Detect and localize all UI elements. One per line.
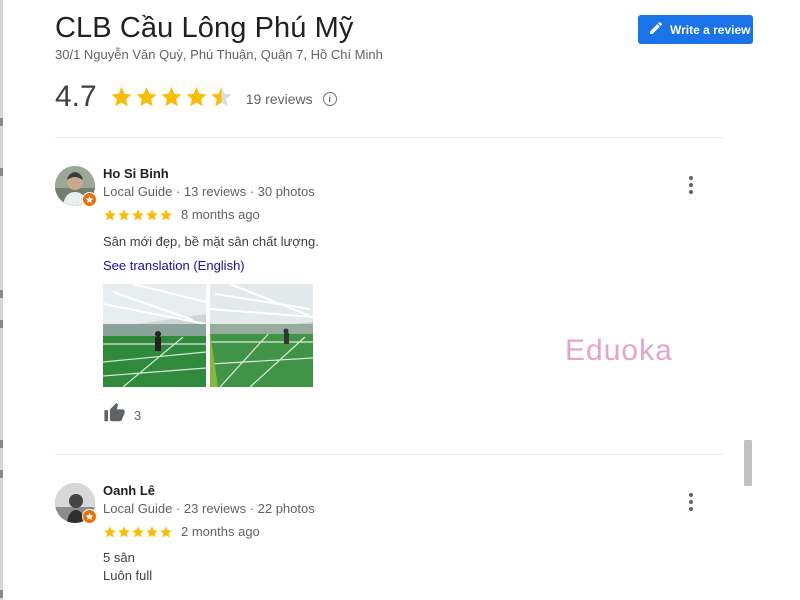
star-icon (161, 87, 182, 107)
review-time: 2 months ago (181, 524, 260, 539)
more-vert-icon[interactable] (685, 493, 697, 511)
like-row: 3 (103, 402, 141, 429)
average-rating: 4.7 (55, 80, 97, 113)
local-guide-badge-icon (82, 509, 97, 524)
reviewer-meta: Local Guide · 23 reviews · 22 photos (103, 501, 315, 516)
review-rating-row: 8 months ago (103, 207, 260, 222)
review-text: 5 sân (103, 550, 135, 565)
write-review-label: Write a review (670, 22, 751, 37)
review-count-link[interactable]: 19 reviews (246, 87, 313, 107)
info-icon[interactable]: i (322, 92, 337, 106)
rating-stars (109, 85, 234, 109)
half-star-icon (211, 87, 232, 107)
write-review-button[interactable]: Write a review (638, 15, 753, 44)
pencil-icon (648, 20, 670, 39)
like-count: 3 (134, 408, 142, 423)
review-text: Sân mới đẹp, bề mặt sân chất lượng. (103, 234, 319, 249)
more-vert-icon[interactable] (685, 176, 697, 194)
review-rating-row: 2 months ago (103, 524, 260, 539)
review-photo[interactable] (210, 284, 313, 387)
place-title: CLB Cầu Lông Phú Mỹ (55, 12, 354, 44)
local-guide-badge-icon (82, 192, 97, 207)
section-divider (55, 137, 723, 138)
see-translation-link[interactable]: See translation (English) (103, 258, 245, 273)
thumb-up-icon[interactable] (103, 402, 126, 429)
star-icon (186, 87, 207, 107)
section-divider (55, 454, 723, 455)
review-stars (103, 208, 173, 222)
watermark: Eduoka (565, 334, 673, 367)
review-text: Luôn full (103, 568, 153, 583)
scrollbar-thumb[interactable] (744, 440, 752, 486)
reviewer-name[interactable]: Oanh Lê (103, 483, 155, 498)
rating-summary: 4.7 19 reviews i (55, 80, 337, 114)
review-time: 8 months ago (181, 207, 260, 222)
review-photo[interactable] (103, 284, 206, 387)
place-address: 30/1 Nguyễn Văn Quỳ, Phú Thuận, Quận 7, … (55, 47, 383, 62)
review-stars (103, 525, 173, 539)
star-icon (136, 87, 157, 107)
reviewer-meta: Local Guide · 13 reviews · 30 photos (103, 184, 315, 199)
star-icon (111, 87, 132, 107)
reviewer-name[interactable]: Ho Si Binh (103, 166, 169, 181)
left-edge-strip (0, 0, 3, 600)
